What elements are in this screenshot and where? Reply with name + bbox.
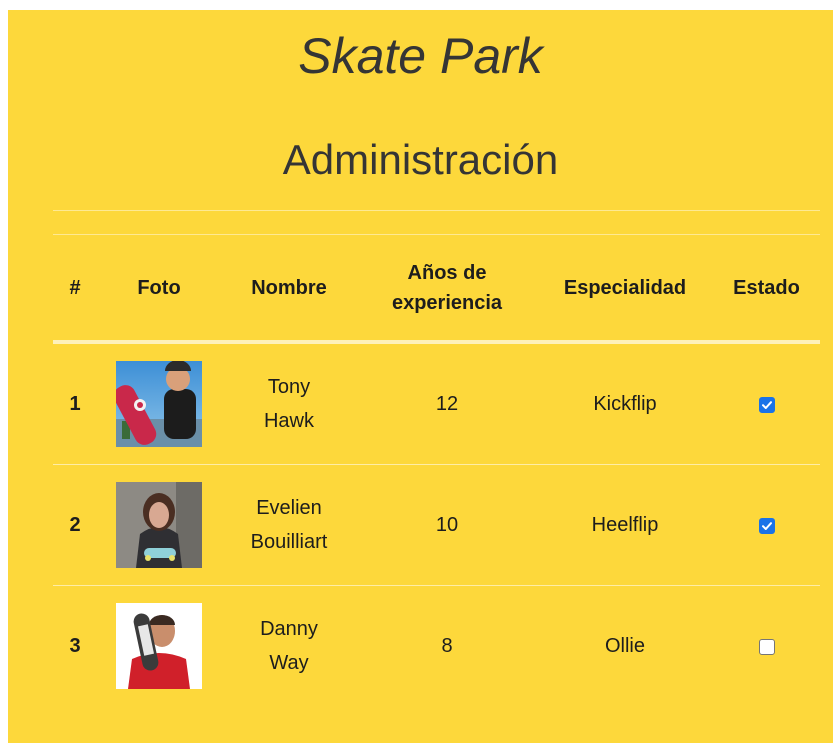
status-checkbox[interactable] — [758, 517, 775, 534]
column-header-name: Nombre — [221, 235, 357, 344]
table-row: 2 Evelien Bouilliart 10 Heelflip — [53, 464, 820, 586]
skater-name: Tony Hawk — [221, 342, 357, 465]
photo-cell — [97, 464, 221, 586]
skater-name-text: Tony Hawk — [263, 376, 314, 432]
skater-name-text: Danny Way — [260, 618, 318, 674]
row-index: 1 — [53, 342, 97, 465]
status-cell — [713, 464, 820, 586]
column-header-status: Estado — [713, 235, 820, 344]
page-subtitle: Administración — [282, 136, 559, 183]
page-title: Skate Park — [298, 28, 543, 84]
skater-name: Evelien Bouilliart — [221, 464, 357, 586]
photo-cell — [97, 342, 221, 465]
photo-cell — [97, 586, 221, 707]
column-header-experience: Años de experiencia — [357, 235, 537, 344]
status-cell — [713, 586, 820, 707]
admin-panel: Skate Park Administración # Foto Nombre … — [8, 10, 833, 743]
skater-specialty: Ollie — [604, 635, 645, 657]
skater-photo-2 — [116, 482, 202, 568]
checkmark-icon — [761, 400, 772, 409]
skaters-table: # Foto Nombre Años de experiencia Especi… — [53, 235, 820, 706]
skater-experience: 12 — [357, 342, 537, 465]
divider — [53, 210, 820, 211]
column-header-specialty: Especialidad — [537, 235, 713, 344]
checkmark-icon — [761, 521, 772, 530]
table-header-row: # Foto Nombre Años de experiencia Especi… — [53, 235, 820, 344]
skater-photo-3 — [116, 603, 202, 689]
table-row: 1 Tony Hawk 12 Kickflip — [53, 342, 820, 465]
status-checkbox[interactable] — [758, 396, 775, 413]
skater-specialty: Heelflip — [537, 464, 713, 586]
skater-experience: 10 — [357, 464, 537, 586]
skater-experience: 8 — [441, 635, 453, 657]
row-index: 2 — [53, 464, 97, 586]
status-cell — [713, 342, 820, 465]
skater-name: Danny Way — [221, 586, 357, 707]
row-index: 3 — [69, 635, 81, 657]
column-header-photo: Foto — [97, 235, 221, 344]
status-checkbox[interactable] — [758, 638, 775, 655]
table-row: 3 Danny Way 8 Ollie — [53, 586, 820, 707]
skater-photo-1 — [116, 361, 202, 447]
skater-specialty: Kickflip — [537, 342, 713, 465]
skater-name-text: Evelien Bouilliart — [250, 497, 328, 553]
column-header-index: # — [53, 235, 97, 344]
column-header-experience-label: Años de experiencia — [391, 261, 503, 314]
